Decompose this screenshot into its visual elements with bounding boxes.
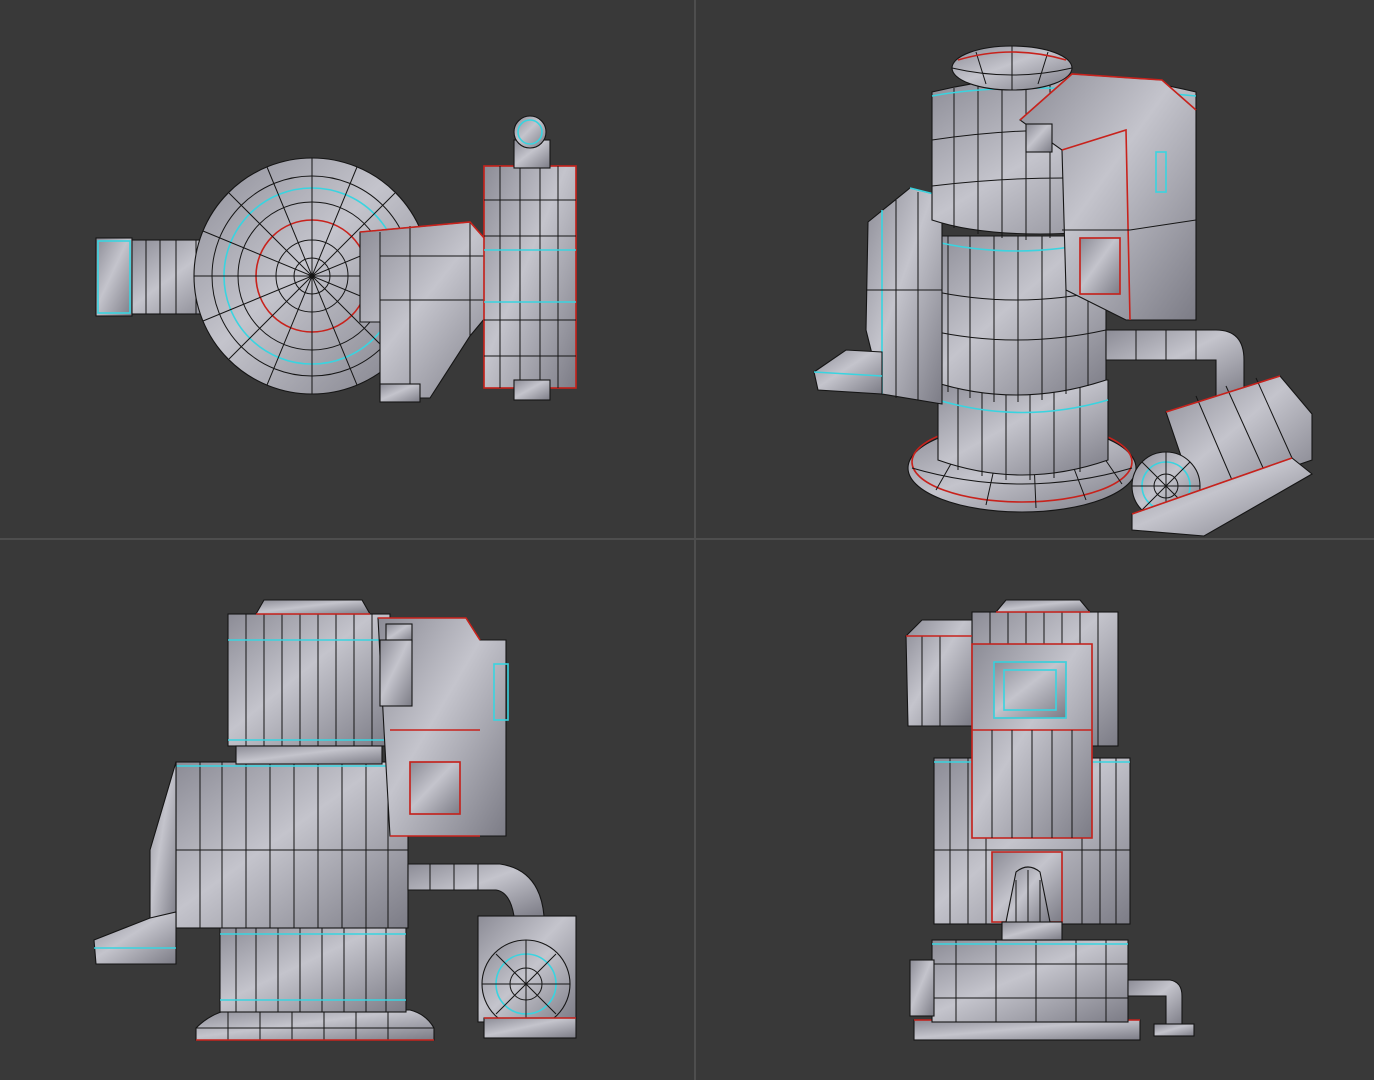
side-view-mesh bbox=[905, 599, 1195, 1041]
quad-viewport bbox=[0, 0, 1374, 1080]
top-view-mesh bbox=[95, 115, 577, 403]
outlet-pipe bbox=[407, 863, 545, 917]
top-viewport[interactable] bbox=[0, 0, 694, 538]
motor-base bbox=[483, 1017, 577, 1039]
inlet-flange bbox=[95, 237, 133, 317]
outlet-arm bbox=[359, 221, 501, 399]
front-view-mesh bbox=[93, 599, 577, 1041]
mounting-foot bbox=[93, 911, 177, 965]
side-viewport[interactable] bbox=[696, 540, 1374, 1080]
top-cap bbox=[255, 599, 371, 615]
lower-body bbox=[219, 923, 407, 1013]
viewport-divider-vertical[interactable] bbox=[694, 0, 696, 1080]
front-viewport[interactable] bbox=[0, 540, 694, 1080]
upper-drum bbox=[227, 613, 391, 747]
outlet-pipe bbox=[1127, 979, 1183, 1027]
outlet-pipe bbox=[1105, 329, 1245, 401]
perspective-view-mesh bbox=[813, 45, 1313, 537]
base-plate bbox=[913, 1019, 1141, 1041]
base-flange bbox=[195, 1009, 435, 1041]
perspective-viewport[interactable] bbox=[696, 0, 1374, 538]
valve-body bbox=[483, 165, 577, 389]
lower-body bbox=[931, 939, 1129, 1023]
top-cap bbox=[994, 599, 1092, 613]
viewport-divider-horizontal[interactable] bbox=[0, 538, 1374, 540]
mid-tank bbox=[175, 761, 409, 929]
